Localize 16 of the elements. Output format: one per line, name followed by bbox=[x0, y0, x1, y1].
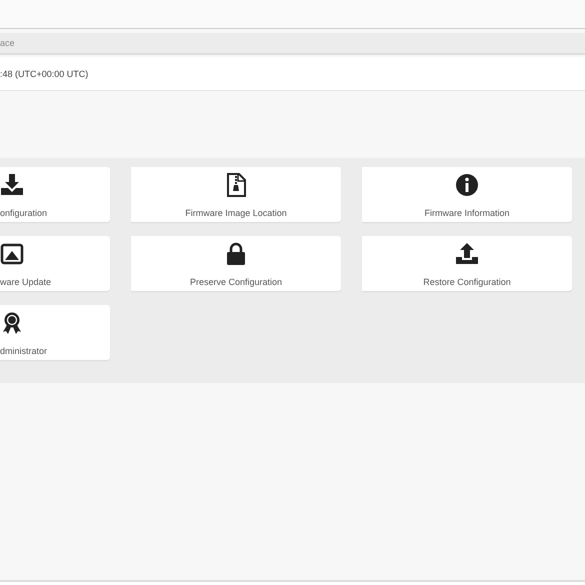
lock-icon bbox=[224, 242, 248, 266]
tile-button[interactable]: onfiguration bbox=[0, 167, 110, 222]
download-icon bbox=[0, 173, 24, 197]
award-icon bbox=[0, 311, 24, 335]
time-text: :48 (UTC+00:00 UTC) bbox=[0, 68, 88, 78]
section-title: ace bbox=[0, 38, 15, 48]
info-icon bbox=[455, 173, 479, 197]
tile-button[interactable]: dministrator bbox=[0, 305, 110, 360]
tile-button[interactable]: ware Update bbox=[0, 236, 110, 291]
zip-file-icon bbox=[224, 173, 248, 197]
upload-icon bbox=[455, 242, 479, 266]
tile-button[interactable]: Preserve Configuration bbox=[131, 236, 341, 291]
tile-button[interactable]: Restore Configuration bbox=[362, 236, 572, 291]
tile-button[interactable]: Firmware Image Location bbox=[131, 167, 341, 222]
tile-button[interactable]: Firmware Information bbox=[362, 167, 572, 222]
image-icon bbox=[0, 242, 24, 266]
